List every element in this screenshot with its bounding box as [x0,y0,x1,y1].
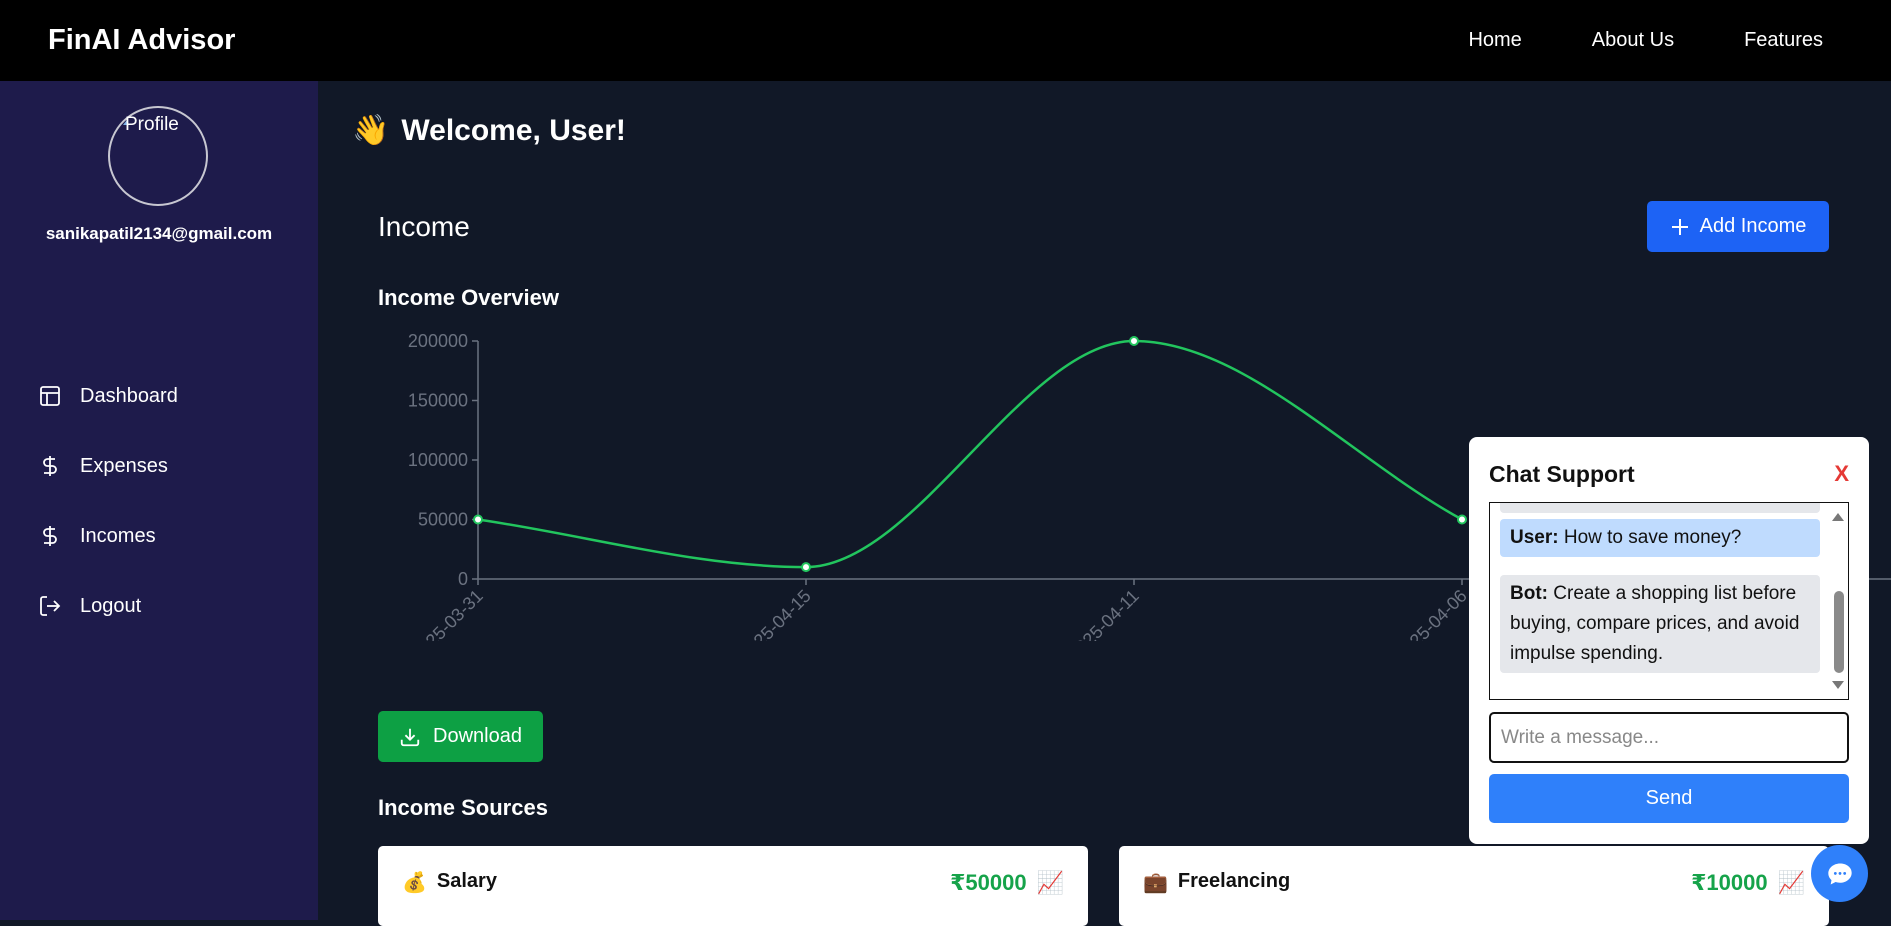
source-name-group: 💼 Freelancing [1143,870,1290,926]
chat-scrollbar[interactable] [1830,503,1848,699]
briefcase-icon: 💼 [1143,872,1168,894]
data-point [801,562,811,573]
user-email: sanikapatil2134@gmail.com [45,224,273,243]
chat-message-log[interactable]: User: How to save money? Bot: Create a s… [1489,502,1849,700]
scroll-thumb[interactable] [1834,591,1844,673]
nav-features-link[interactable]: Features [1744,29,1823,52]
sidebar-item-label: Incomes [80,524,156,547]
avatar-alt-text: Profile [125,114,179,135]
message-text: Create a shopping list before buying, co… [1510,583,1800,664]
income-source-card[interactable]: 💰 Salary ₹50000 📈 [378,846,1088,926]
x-tick-label: 2025-03-31 [408,586,487,641]
sidebar-item-logout[interactable]: Logout [38,591,141,621]
message-role: User: [1510,527,1559,548]
sidebar-item-label: Dashboard [80,384,178,407]
download-label: Download [433,725,522,747]
nav-about-link[interactable]: About Us [1592,29,1674,52]
dollar-icon [43,456,57,476]
chat-message-bot: Bot: Create a shopping list before buyin… [1500,575,1820,673]
source-name-group: 💰 Salary [402,870,497,926]
chat-toggle-button[interactable] [1811,845,1868,902]
chat-message-user: User: How to save money? [1500,519,1820,557]
top-navbar: FinAI Advisor Home About Us Features [0,0,1891,81]
dollar-icon [43,526,57,546]
chat-message-partial [1500,503,1820,513]
source-amount-group: ₹10000 📈 [1691,870,1805,926]
brand-logo[interactable]: FinAI Advisor [48,24,235,57]
chart-up-icon: 📈 [1036,870,1064,895]
income-series-line [477,339,1463,569]
data-point [1129,336,1139,346]
income-source-card[interactable]: 💼 Freelancing ₹10000 📈 [1119,846,1829,926]
chat-message-input[interactable] [1489,712,1849,763]
y-tick-label: 50000 [418,510,468,530]
sidebar-item-label: Expenses [80,454,168,477]
source-amount-group: ₹50000 📈 [950,870,1064,926]
source-amount: ₹50000 [950,870,1027,895]
sidebar-item-dashboard[interactable]: Dashboard [38,381,178,411]
source-name: Salary [436,870,497,892]
income-sources-title: Income Sources [378,795,548,820]
chat-title: Chat Support [1489,461,1635,487]
x-tick-label: 2025-04-06 [1392,586,1471,641]
sidebar-item-incomes[interactable]: Incomes [38,521,156,551]
send-button[interactable]: Send [1489,774,1849,823]
sidebar-item-expenses[interactable]: Expenses [38,451,168,481]
download-button[interactable]: Download [378,711,543,762]
data-point [473,514,483,525]
sidebar-item-label: Logout [80,594,142,617]
y-tick-label: 150000 [408,391,468,411]
y-tick-label: 0 [458,569,468,589]
scroll-down-arrow-icon[interactable] [1832,681,1844,689]
chat-support-panel: Chat Support X User: How to save money? … [1469,437,1869,844]
y-tick-label: 100000 [408,450,468,470]
layout-icon [40,386,60,406]
source-amount: ₹10000 [1691,870,1768,895]
sidebar: Profile sanikapatil2134@gmail.com Dashbo… [0,81,318,920]
y-tick-label: 200000 [408,331,468,351]
logout-icon [40,596,61,616]
avatar[interactable]: Profile [108,106,208,206]
data-point [1457,514,1467,525]
chart-up-icon: 📈 [1777,870,1805,895]
x-tick-label: 2025-04-11 [1065,586,1143,641]
message-role: Bot: [1510,583,1548,604]
nav-home-link[interactable]: Home [1468,29,1521,52]
scroll-up-arrow-icon[interactable] [1832,513,1844,521]
top-nav-links: Home About Us Features [1468,29,1823,52]
source-name: Freelancing [1177,870,1291,892]
chat-close-button[interactable]: X [1834,461,1849,487]
message-text: How to save money? [1563,527,1742,548]
download-icon [400,728,420,746]
x-tick-label: 2025-04-15 [736,586,815,641]
money-bag-icon: 💰 [402,872,427,894]
chat-bubble-icon [1827,863,1852,884]
